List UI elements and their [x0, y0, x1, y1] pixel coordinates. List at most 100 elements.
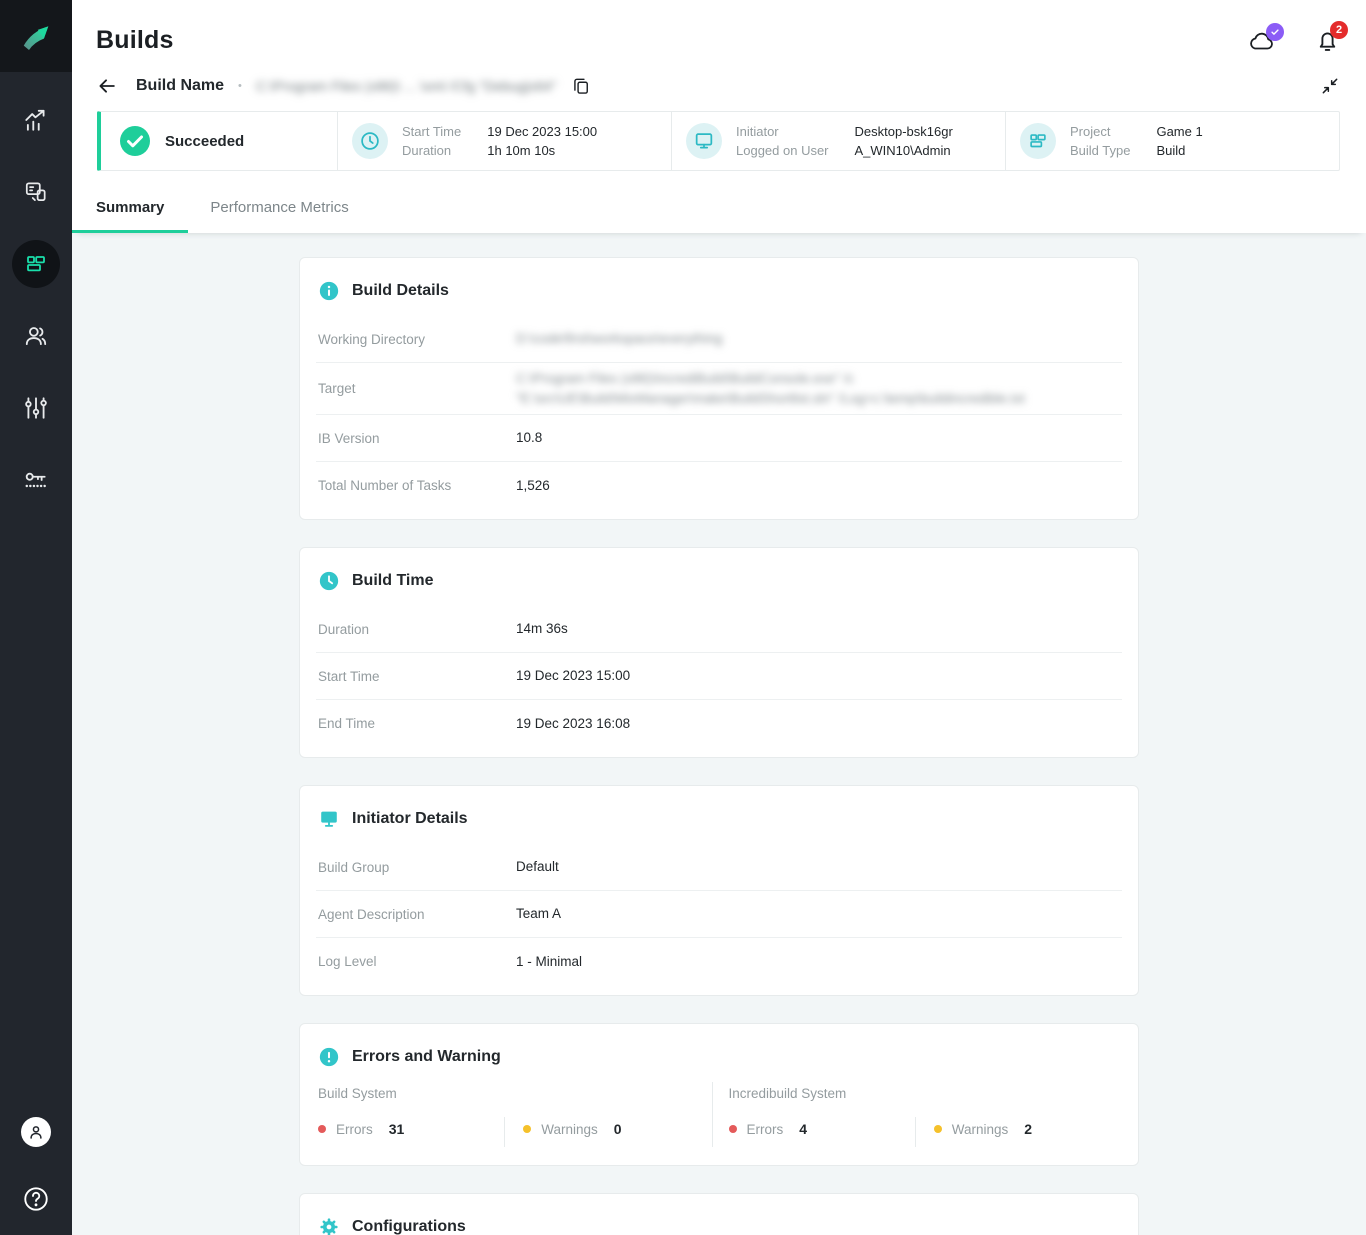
license-key-icon [25, 472, 46, 488]
notification-count-badge: 2 [1330, 20, 1348, 39]
sidebar-item-users[interactable] [0, 300, 72, 372]
cloud-check-badge [1266, 22, 1284, 41]
build-details-card: Build Details Working Directory D:\code\… [299, 257, 1139, 521]
group-stats: Errors 4 Warnings 2 [728, 1117, 1121, 1148]
error-dot-icon [318, 1125, 326, 1134]
notifications-button[interactable]: 2 [1315, 20, 1348, 54]
agent-description-value: Team A [516, 906, 562, 922]
sidebar [0, 0, 72, 1235]
start-time-row-value: 19 Dec 2023 15:00 [516, 668, 631, 684]
back-arrow-icon [99, 79, 115, 93]
detail-row: Start Time 19 Dec 2023 15:00 [316, 653, 1122, 701]
detail-row: Log Level 1 - Minimal [316, 938, 1122, 985]
warnings-label: Warnings [951, 1121, 1009, 1137]
card-title: Errors and Warning [352, 1048, 501, 1066]
app-logo[interactable] [0, 0, 72, 72]
log-level-label: Log Level [318, 954, 377, 970]
detail-row: IB Version 10.8 [316, 415, 1122, 463]
page-header: Builds 2 [72, 0, 1366, 55]
build-status-bar: Succeeded Start Time 19 Dec 2023 15:00 D… [97, 111, 1340, 171]
header-actions: 2 [1247, 20, 1348, 54]
working-directory-value: D:\code\first\workspace\everything [516, 331, 723, 347]
builds-grid-glyph [1030, 134, 1046, 148]
initiator-value: Desktop-bsk16gr [854, 124, 953, 139]
warnings-stat: Warnings 0 [504, 1117, 709, 1148]
help-button[interactable] [22, 1185, 50, 1213]
initiator-details-card: Initiator Details Build Group Default Ag… [299, 785, 1139, 997]
success-check-icon [120, 126, 150, 156]
sidebar-item-license[interactable] [0, 444, 72, 516]
card-title: Configurations [352, 1218, 466, 1235]
check-icon [1271, 28, 1279, 35]
build-system-group: Build System Errors 31 Warnings 0 [316, 1082, 712, 1148]
initiator-section: Initiator Desktop-bsk16gr Logged on User… [671, 112, 1005, 170]
incredibuild-logo-icon [23, 26, 49, 50]
sidebar-item-agents[interactable] [0, 156, 72, 228]
exclamation-icon [319, 1047, 339, 1067]
breadcrumb-separator: • [238, 80, 242, 92]
start-time-value: 19 Dec 2023 15:00 [487, 124, 598, 139]
collapse-arrows-icon [1322, 78, 1338, 94]
incredibuild-system-group: Incredibuild System Errors 4 Warnings 2 [711, 1082, 1123, 1148]
info-icon [319, 281, 339, 301]
build-time-header: Build Time [316, 564, 1122, 606]
start-time-label: Start Time [402, 124, 462, 139]
errors-count: 4 [799, 1121, 808, 1138]
card-title: Build Details [352, 282, 449, 299]
total-tasks-value: 1,526 [516, 477, 550, 493]
errors-label: Errors [746, 1121, 784, 1137]
build-group-label: Build Group [318, 859, 390, 875]
project-details: Project Game 1 Build Type Build [1070, 124, 1203, 158]
sidebar-item-insights[interactable] [0, 84, 72, 156]
settings-sliders-icon [25, 397, 47, 419]
errors-warnings-header: Errors and Warning [316, 1040, 1122, 1082]
help-icon [24, 1187, 48, 1211]
card-title: Build Time [352, 572, 434, 590]
tab-summary[interactable]: Summary [72, 187, 189, 233]
main-area: Builds 2 Build Name • C:\Program Files (… [72, 0, 1366, 1235]
total-tasks-label: Total Number of Tasks [318, 478, 452, 494]
gear-icon [320, 1218, 338, 1235]
warning-dot-icon [933, 1125, 942, 1134]
copy-button[interactable] [571, 76, 591, 96]
initiator-details-header: Initiator Details [316, 802, 1122, 844]
target-value: C:\Program Files (x86)\IncrediBuild\Buil… [516, 371, 1025, 406]
duration-value: 1h 10m 10s [487, 143, 556, 158]
warning-dot-icon [523, 1125, 532, 1134]
build-group-value: Default [516, 859, 559, 875]
detail-row: Target C:\Program Files (x86)\IncrediBui… [316, 363, 1122, 416]
duration-row-label: Duration [318, 621, 370, 637]
detail-row: Working Directory D:\code\first\workspac… [316, 316, 1122, 363]
group-name: Incredibuild System [728, 1086, 847, 1102]
sidebar-active-indicator [12, 240, 60, 288]
sidebar-bottom [21, 1117, 51, 1213]
monitor-filled-icon [321, 811, 337, 827]
target-label: Target [318, 381, 356, 397]
back-button[interactable] [96, 75, 118, 97]
clock-filled-icon [319, 571, 339, 591]
warnings-count: 0 [613, 1121, 622, 1138]
errors-stat: Errors 4 [728, 1117, 915, 1147]
detail-row: End Time 19 Dec 2023 16:08 [316, 700, 1122, 747]
tab-bar: Summary Performance Metrics [72, 187, 1366, 233]
sidebar-item-builds[interactable] [0, 228, 72, 300]
copy-icon [573, 78, 588, 94]
builds-icon [27, 256, 45, 272]
sidebar-item-settings[interactable] [0, 372, 72, 444]
build-name-label: Build Name [136, 77, 225, 94]
cloud-status-button[interactable] [1247, 22, 1284, 53]
warnings-count: 2 [1024, 1121, 1033, 1138]
working-directory-label: Working Directory [318, 331, 426, 347]
app-root: Builds 2 Build Name • C:\Program Files (… [0, 0, 1366, 1235]
build-path-blurred: C:\Program Files (x86)\ ... \xml /Cfg "D… [255, 78, 557, 94]
project-section: Project Game 1 Build Type Build [1005, 112, 1339, 170]
clock-icon [352, 123, 388, 159]
warnings-stat: Warnings 2 [914, 1117, 1120, 1148]
collapse-button[interactable] [1320, 76, 1340, 96]
clock-glyph [361, 132, 379, 150]
tab-performance-metrics[interactable]: Performance Metrics [210, 187, 348, 233]
start-time-row-label: Start Time [318, 668, 380, 684]
user-avatar[interactable] [21, 1117, 51, 1147]
breadcrumb: Build Name • C:\Program Files (x86)\ ...… [72, 55, 1366, 97]
build-type-value: Build [1156, 143, 1186, 158]
